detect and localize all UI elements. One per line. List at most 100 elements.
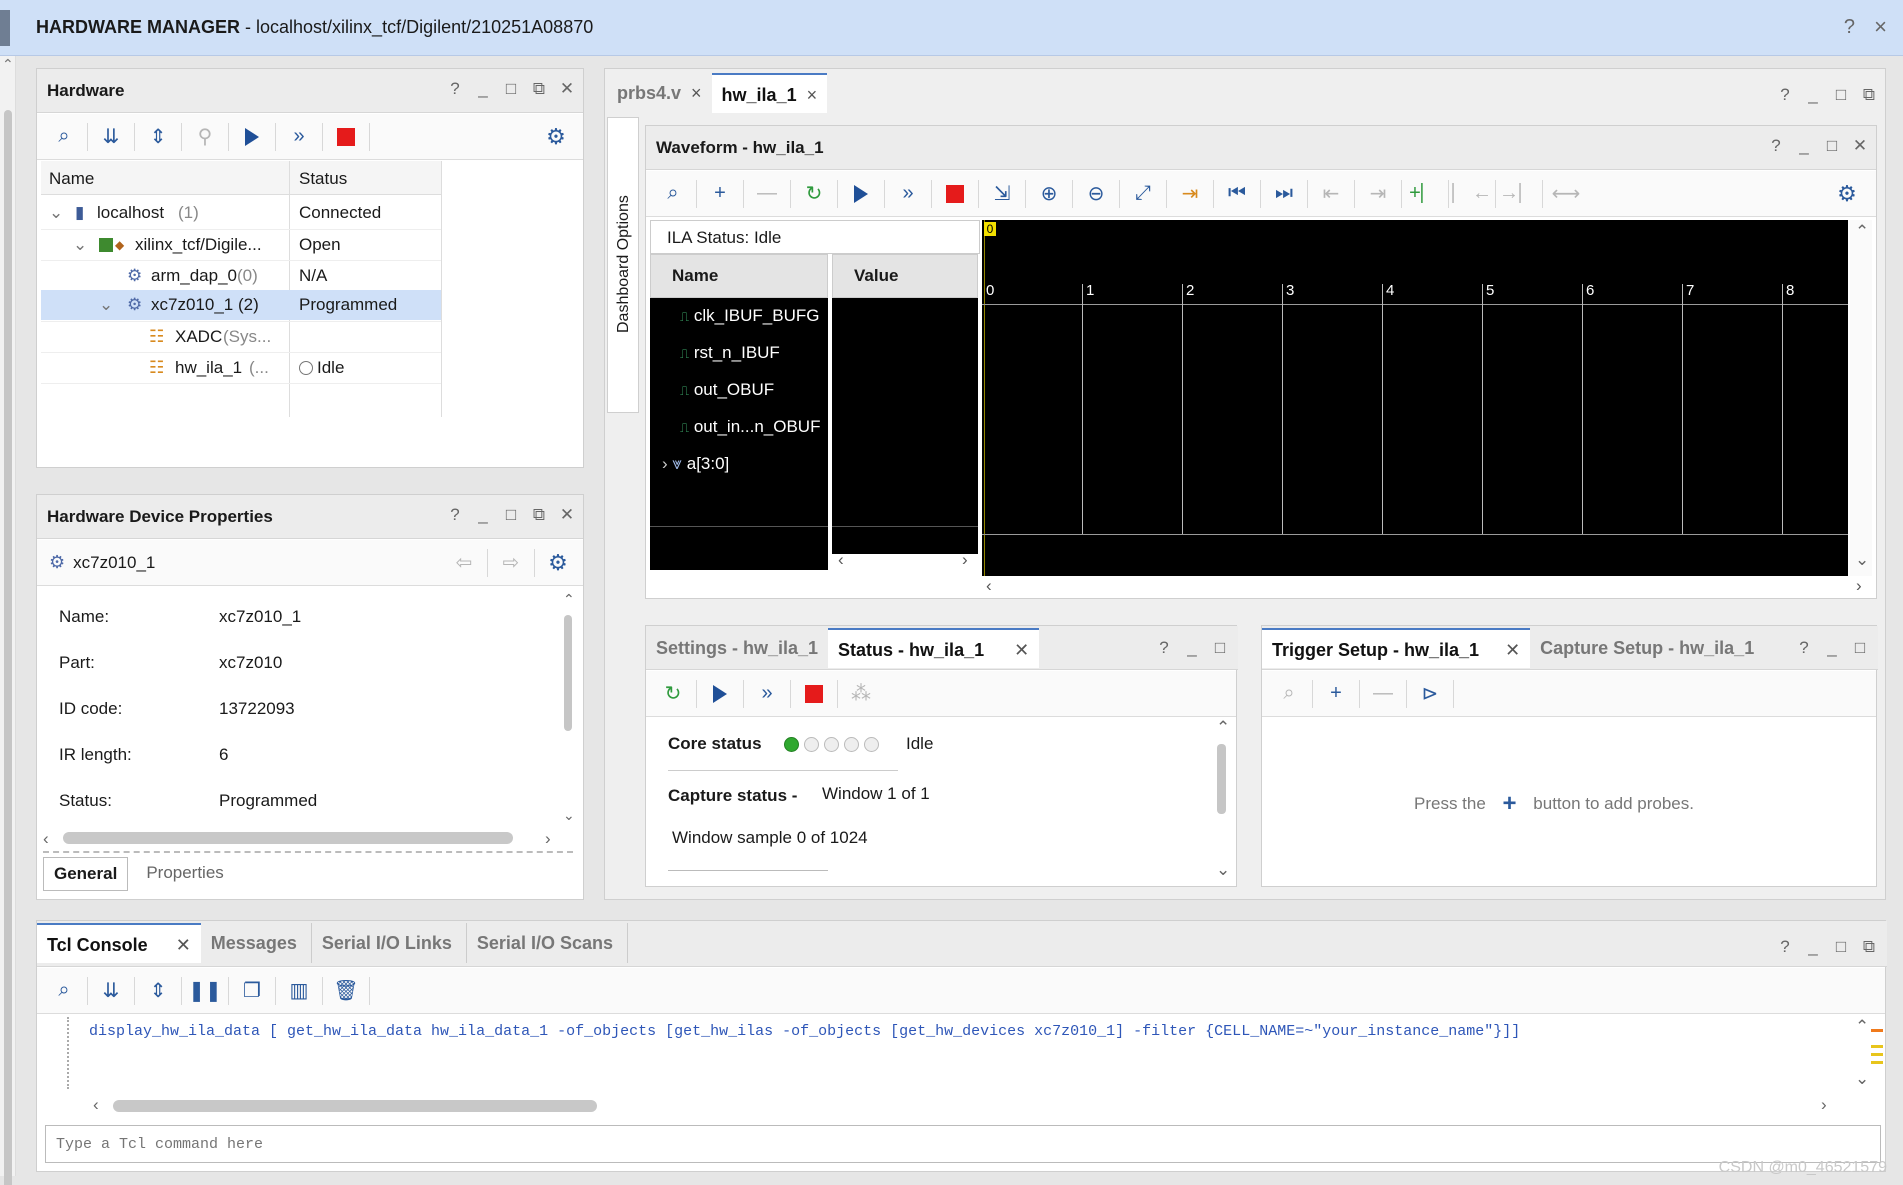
- run-trigger-icon[interactable]: [701, 677, 739, 711]
- close-icon[interactable]: ✕: [559, 79, 575, 99]
- scroll-left-icon[interactable]: ‹: [838, 550, 844, 570]
- minimize-icon[interactable]: _: [475, 505, 491, 525]
- tab-hw-ila-1[interactable]: hw_ila_1 ×: [711, 73, 828, 113]
- tree-row-xadc[interactable]: ☷ XADC (Sys...: [41, 321, 441, 351]
- logic-gate-icon[interactable]: ⊳: [1411, 677, 1449, 711]
- goto-start-icon[interactable]: ⏮: [1218, 177, 1256, 211]
- probe-row[interactable]: ⎍ out_OBUF: [680, 380, 774, 400]
- help-icon[interactable]: ?: [1777, 85, 1793, 105]
- tree-row-target[interactable]: ⌄ ◆ xilinx_tcf/Digile... Open: [41, 229, 441, 259]
- minimize-icon[interactable]: _: [475, 79, 491, 99]
- close-icon[interactable]: ✕: [1505, 640, 1520, 660]
- close-icon[interactable]: ✕: [1014, 640, 1029, 660]
- column-header-name[interactable]: Name: [49, 169, 94, 189]
- stop-trigger-icon[interactable]: [936, 177, 974, 211]
- vertical-scrollbar[interactable]: ⌃ ⌄: [1212, 718, 1232, 884]
- settings-gear-icon[interactable]: ⚙: [1828, 177, 1866, 211]
- export-icon[interactable]: ⇲: [983, 177, 1021, 211]
- left-scrollbar[interactable]: ⌃: [0, 56, 16, 1185]
- chevron-right-icon[interactable]: ›: [662, 454, 668, 473]
- float-icon[interactable]: ⧉: [531, 505, 547, 525]
- maximize-icon[interactable]: □: [503, 79, 519, 99]
- run-trigger-icon[interactable]: [233, 120, 271, 154]
- scroll-left-icon[interactable]: ‹: [986, 576, 992, 596]
- maximize-icon[interactable]: □: [1824, 136, 1840, 156]
- maximize-icon[interactable]: □: [1852, 638, 1868, 658]
- tab-capture-setup[interactable]: Capture Setup - hw_ila_1: [1530, 628, 1764, 668]
- trigger-setup-icon[interactable]: ⁂: [842, 677, 880, 711]
- add-probe-icon[interactable]: +: [701, 177, 739, 211]
- column-header-status[interactable]: Status: [299, 169, 347, 189]
- console-vscroll[interactable]: ⌃ ⌄: [1849, 1017, 1883, 1093]
- help-icon[interactable]: ?: [1844, 16, 1855, 39]
- close-icon[interactable]: ✕: [176, 935, 191, 955]
- add-probe-icon[interactable]: +: [1317, 677, 1355, 711]
- chevron-down-icon[interactable]: ⌄: [73, 235, 87, 255]
- tab-general[interactable]: General: [43, 857, 129, 891]
- maximize-icon[interactable]: □: [503, 505, 519, 525]
- minimize-icon[interactable]: _: [1805, 937, 1821, 957]
- zoom-fit-icon[interactable]: ⤢: [1124, 177, 1162, 211]
- scroll-right-icon[interactable]: ›: [962, 550, 968, 570]
- expand-all-icon[interactable]: ⇕: [139, 120, 177, 154]
- help-icon[interactable]: ?: [1768, 136, 1784, 156]
- collapse-all-icon[interactable]: ⇊: [92, 974, 130, 1008]
- zoom-out-icon[interactable]: ⊖: [1077, 177, 1115, 211]
- search-icon[interactable]: ⌕: [45, 120, 83, 154]
- stop-trigger-icon[interactable]: [327, 120, 365, 154]
- remove-probe-icon[interactable]: —: [1364, 677, 1402, 711]
- probe-row[interactable]: ⎍ rst_n_IBUF: [680, 343, 780, 363]
- scroll-thumb[interactable]: [4, 110, 12, 1185]
- remove-probe-icon[interactable]: —: [748, 177, 786, 211]
- waveform-canvas[interactable]: 0 0 1 2 3 4 5 6 7 8: [982, 220, 1848, 576]
- tab-status[interactable]: Status - hw_ila_1 ✕: [828, 628, 1040, 668]
- probe-row[interactable]: ⎍ clk_IBUF_BUFG: [680, 306, 819, 326]
- settings-gear-icon[interactable]: ⚙: [539, 546, 577, 580]
- forward-arrow-icon[interactable]: ⇨: [492, 546, 530, 580]
- close-icon[interactable]: ✕: [559, 505, 575, 525]
- settings-gear-icon[interactable]: ⚙: [537, 120, 575, 154]
- back-arrow-icon[interactable]: ⇦: [445, 546, 483, 580]
- pause-icon[interactable]: ❚❚: [186, 974, 224, 1008]
- tree-row-arm-dap[interactable]: ⚙ arm_dap_0 (0) N/A: [41, 260, 441, 290]
- next-marker-icon[interactable]: →⎸: [1499, 177, 1539, 211]
- add-marker-icon[interactable]: +⎸: [1406, 177, 1444, 211]
- tab-prbs4[interactable]: prbs4.v ×: [607, 73, 712, 113]
- close-icon[interactable]: ✕: [1852, 136, 1868, 156]
- float-icon[interactable]: ⧉: [1861, 937, 1877, 957]
- time-marker[interactable]: 0: [984, 222, 996, 236]
- tab-settings[interactable]: Settings - hw_ila_1: [646, 628, 828, 668]
- close-icon[interactable]: ×: [691, 83, 702, 103]
- run-immediate-icon[interactable]: »: [748, 677, 786, 711]
- help-icon[interactable]: ?: [447, 505, 463, 525]
- float-icon[interactable]: ⧉: [531, 79, 547, 99]
- expand-all-icon[interactable]: ⇕: [139, 974, 177, 1008]
- value-column-header[interactable]: Value: [854, 266, 898, 286]
- probe-row-bus[interactable]: › ⩔ a[3:0]: [662, 454, 729, 474]
- tree-row-localhost[interactable]: ⌄ ▮ localhost (1) Connected: [41, 198, 441, 228]
- refresh-icon[interactable]: ↻: [795, 177, 833, 211]
- tab-serial-io-scans[interactable]: Serial I/O Scans: [467, 923, 628, 963]
- help-icon[interactable]: ?: [447, 79, 463, 99]
- search-icon[interactable]: ⌕: [654, 177, 692, 211]
- collapse-all-icon[interactable]: ⇊: [92, 120, 130, 154]
- search-icon[interactable]: ⌕: [1270, 677, 1308, 711]
- run-immediate-icon[interactable]: »: [889, 177, 927, 211]
- minimize-icon[interactable]: _: [1824, 638, 1840, 658]
- tab-trigger-setup[interactable]: Trigger Setup - hw_ila_1 ✕: [1262, 628, 1531, 668]
- console-hscroll[interactable]: ‹ ›: [93, 1095, 1843, 1115]
- refresh-icon[interactable]: ↻: [654, 677, 692, 711]
- help-icon[interactable]: ?: [1777, 937, 1793, 957]
- scroll-up-icon[interactable]: ⌃: [2, 56, 14, 73]
- next-transition-icon[interactable]: ⇥: [1359, 177, 1397, 211]
- tab-serial-io-links[interactable]: Serial I/O Links: [312, 923, 467, 963]
- table-icon[interactable]: ▥: [280, 974, 318, 1008]
- tree-row-hw-ila[interactable]: ☷ hw_ila_1 (... Idle: [41, 352, 441, 382]
- search-icon[interactable]: ⌕: [45, 974, 83, 1008]
- maximize-icon[interactable]: □: [1212, 638, 1228, 658]
- run-immediate-icon[interactable]: »: [280, 120, 318, 154]
- maximize-icon[interactable]: □: [1833, 85, 1849, 105]
- tab-properties[interactable]: Properties: [136, 857, 233, 891]
- minimize-icon[interactable]: _: [1805, 85, 1821, 105]
- scroll-right-icon[interactable]: ›: [1856, 576, 1862, 596]
